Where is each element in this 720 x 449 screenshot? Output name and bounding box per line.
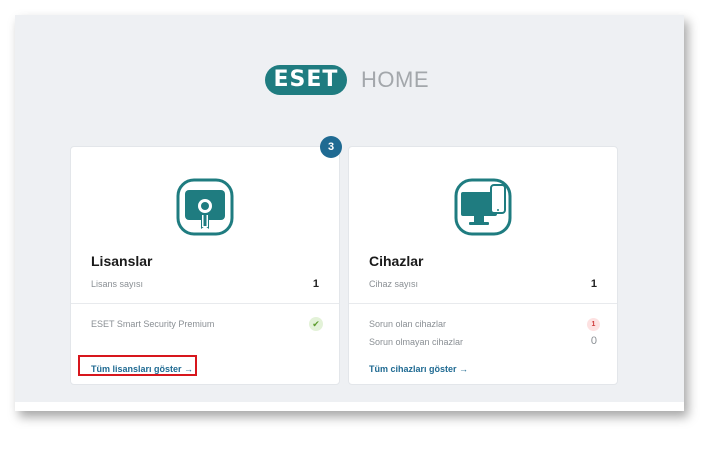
problem-devices-count: 1 xyxy=(587,318,600,331)
license-certificate-icon xyxy=(176,178,234,236)
license-product-name: ESET Smart Security Premium xyxy=(91,319,215,329)
highlight-box xyxy=(78,355,197,376)
devices-card: Cihazlar Cihaz sayısı 1 Sorun olan cihaz… xyxy=(348,146,618,385)
product-name: HOME xyxy=(361,67,429,92)
licenses-title: Lisanslar xyxy=(91,253,153,269)
license-count-value: 1 xyxy=(312,278,319,290)
divider xyxy=(349,303,617,304)
divider xyxy=(71,303,339,304)
devices-title: Cihazlar xyxy=(369,253,424,269)
ok-devices-count: 0 xyxy=(590,335,597,347)
device-count-value: 1 xyxy=(590,278,597,290)
show-all-devices-link[interactable]: Tüm cihazları göster → xyxy=(369,364,468,374)
problem-devices-label: Sorun olan cihazlar xyxy=(369,319,447,329)
footer-strip xyxy=(15,402,684,411)
browser-frame: ESET HOME Lisanslar Lisans sayısı 1 ESET… xyxy=(15,15,684,411)
licenses-card: Lisanslar Lisans sayısı 1 ESET Smart Sec… xyxy=(70,146,340,385)
devices-monitor-phone-icon xyxy=(454,178,512,236)
license-count-label: Lisans sayısı xyxy=(91,279,144,289)
license-count-badge: 3 xyxy=(320,136,342,158)
eset-logo-text: ESET xyxy=(273,67,339,92)
device-count-label: Cihaz sayısı xyxy=(369,279,419,289)
ok-devices-label: Sorun olmayan cihazlar xyxy=(369,337,464,347)
check-icon: ✔ xyxy=(309,317,323,331)
